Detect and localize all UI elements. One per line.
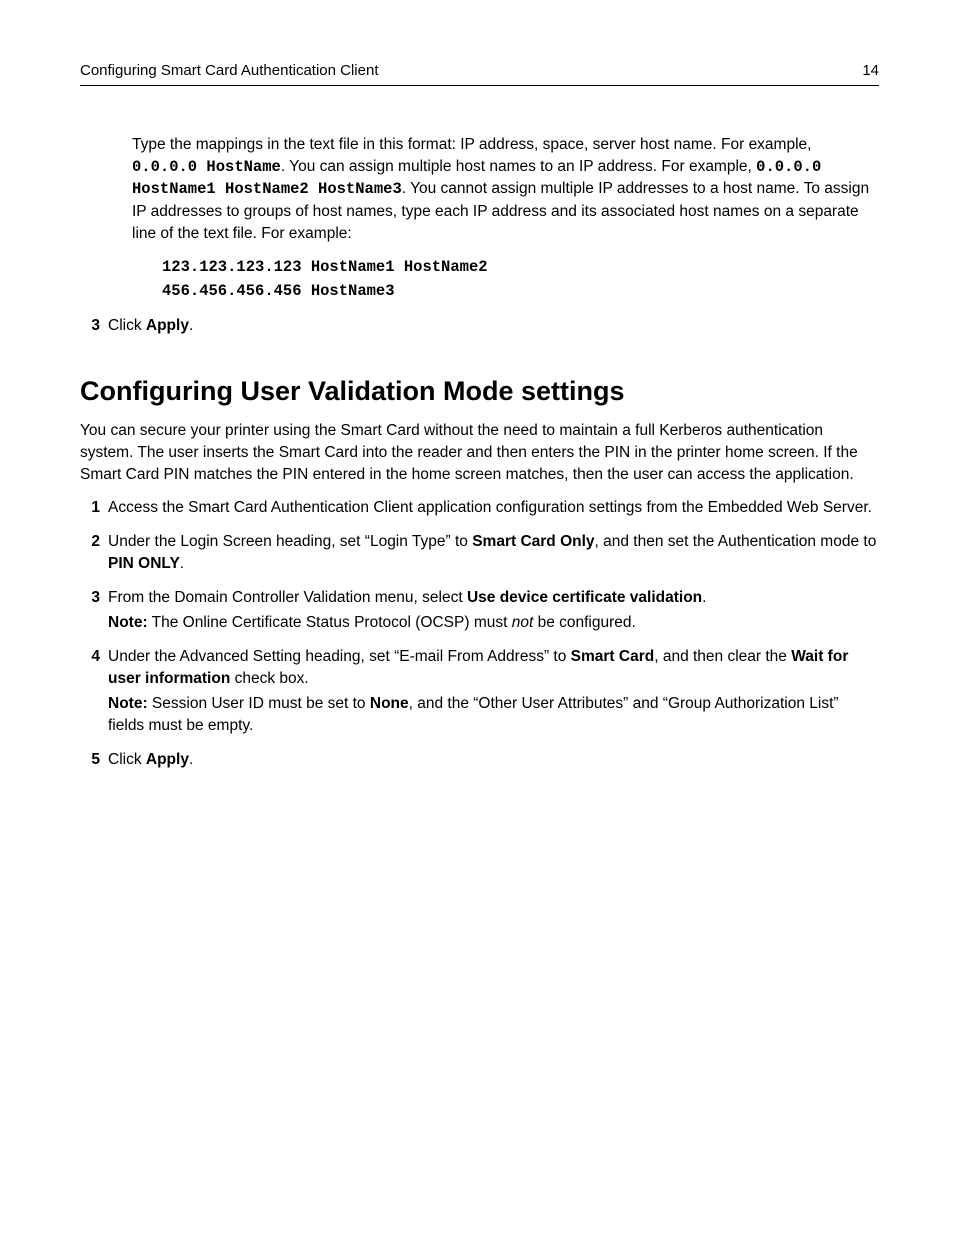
step-text: Under the Login Screen heading, set “Log…	[108, 533, 472, 550]
list-marker: 1	[80, 497, 100, 519]
step-text: Click	[108, 751, 146, 768]
list-marker: 3	[80, 315, 100, 337]
section-heading: Configuring User Validation Mode setting…	[80, 373, 879, 411]
apply-label: Apply	[146, 317, 189, 334]
note: Note: The Online Certificate Status Prot…	[108, 612, 879, 634]
intro-text-1: Type the mappings in the text file in th…	[132, 136, 811, 153]
code-line-1: 123.123.123.123 HostName1 HostName2	[162, 256, 879, 279]
list-marker: 4	[80, 646, 100, 668]
top-ordered-list: 3 Click Apply.	[80, 315, 879, 337]
step-text: , and then set the Authentication mode t…	[595, 533, 877, 550]
step-text: .	[702, 589, 706, 606]
step-text: check box.	[230, 670, 308, 687]
page-number: 14	[862, 60, 879, 81]
step-text: , and then clear the	[654, 648, 791, 665]
bold-text: Use device certificate validation	[467, 589, 702, 606]
steps-ordered-list: 1 Access the Smart Card Authentication C…	[80, 497, 879, 770]
list-item: 2 Under the Login Screen heading, set “L…	[80, 531, 879, 574]
bold-text: PIN ONLY	[108, 555, 180, 572]
list-item: 1 Access the Smart Card Authentication C…	[80, 497, 879, 519]
bold-text: Smart Card	[571, 648, 655, 665]
intro-code-1: 0.0.0.0 HostName	[132, 158, 281, 176]
note-text: be configured.	[533, 614, 636, 631]
note-text: Session User ID must be set to	[148, 695, 370, 712]
code-line-2: 456.456.456.456 HostName3	[162, 280, 879, 303]
note-text: The Online Certificate Status Protocol (…	[148, 614, 512, 631]
step-text: Click	[108, 317, 146, 334]
note-bold: None	[370, 695, 409, 712]
header-title: Configuring Smart Card Authentication Cl…	[80, 60, 379, 81]
bold-text: Smart Card Only	[472, 533, 594, 550]
list-item: 3 Click Apply.	[80, 315, 879, 337]
step-text: .	[180, 555, 184, 572]
note: Note: Session User ID must be set to Non…	[108, 693, 879, 736]
list-item: 4 Under the Advanced Setting heading, se…	[80, 646, 879, 737]
step-text-post: .	[189, 317, 193, 334]
intro-text-2: . You can assign multiple host names to …	[281, 158, 756, 175]
note-label: Note:	[108, 614, 148, 631]
code-example: 123.123.123.123 HostName1 HostName2 456.…	[162, 256, 879, 303]
step-text: From the Domain Controller Validation me…	[108, 589, 467, 606]
page-header: Configuring Smart Card Authentication Cl…	[80, 60, 879, 86]
section-intro: You can secure your printer using the Sm…	[80, 420, 879, 485]
step-text: .	[189, 751, 193, 768]
list-marker: 3	[80, 587, 100, 609]
step-text: Access the Smart Card Authentication Cli…	[108, 497, 879, 519]
apply-label: Apply	[146, 751, 189, 768]
list-marker: 5	[80, 749, 100, 771]
note-label: Note:	[108, 695, 148, 712]
intro-paragraph: Type the mappings in the text file in th…	[132, 134, 879, 303]
note-italic: not	[512, 614, 534, 631]
list-item: 5 Click Apply.	[80, 749, 879, 771]
step-text: Under the Advanced Setting heading, set …	[108, 648, 571, 665]
list-item: 3 From the Domain Controller Validation …	[80, 587, 879, 634]
list-marker: 2	[80, 531, 100, 553]
